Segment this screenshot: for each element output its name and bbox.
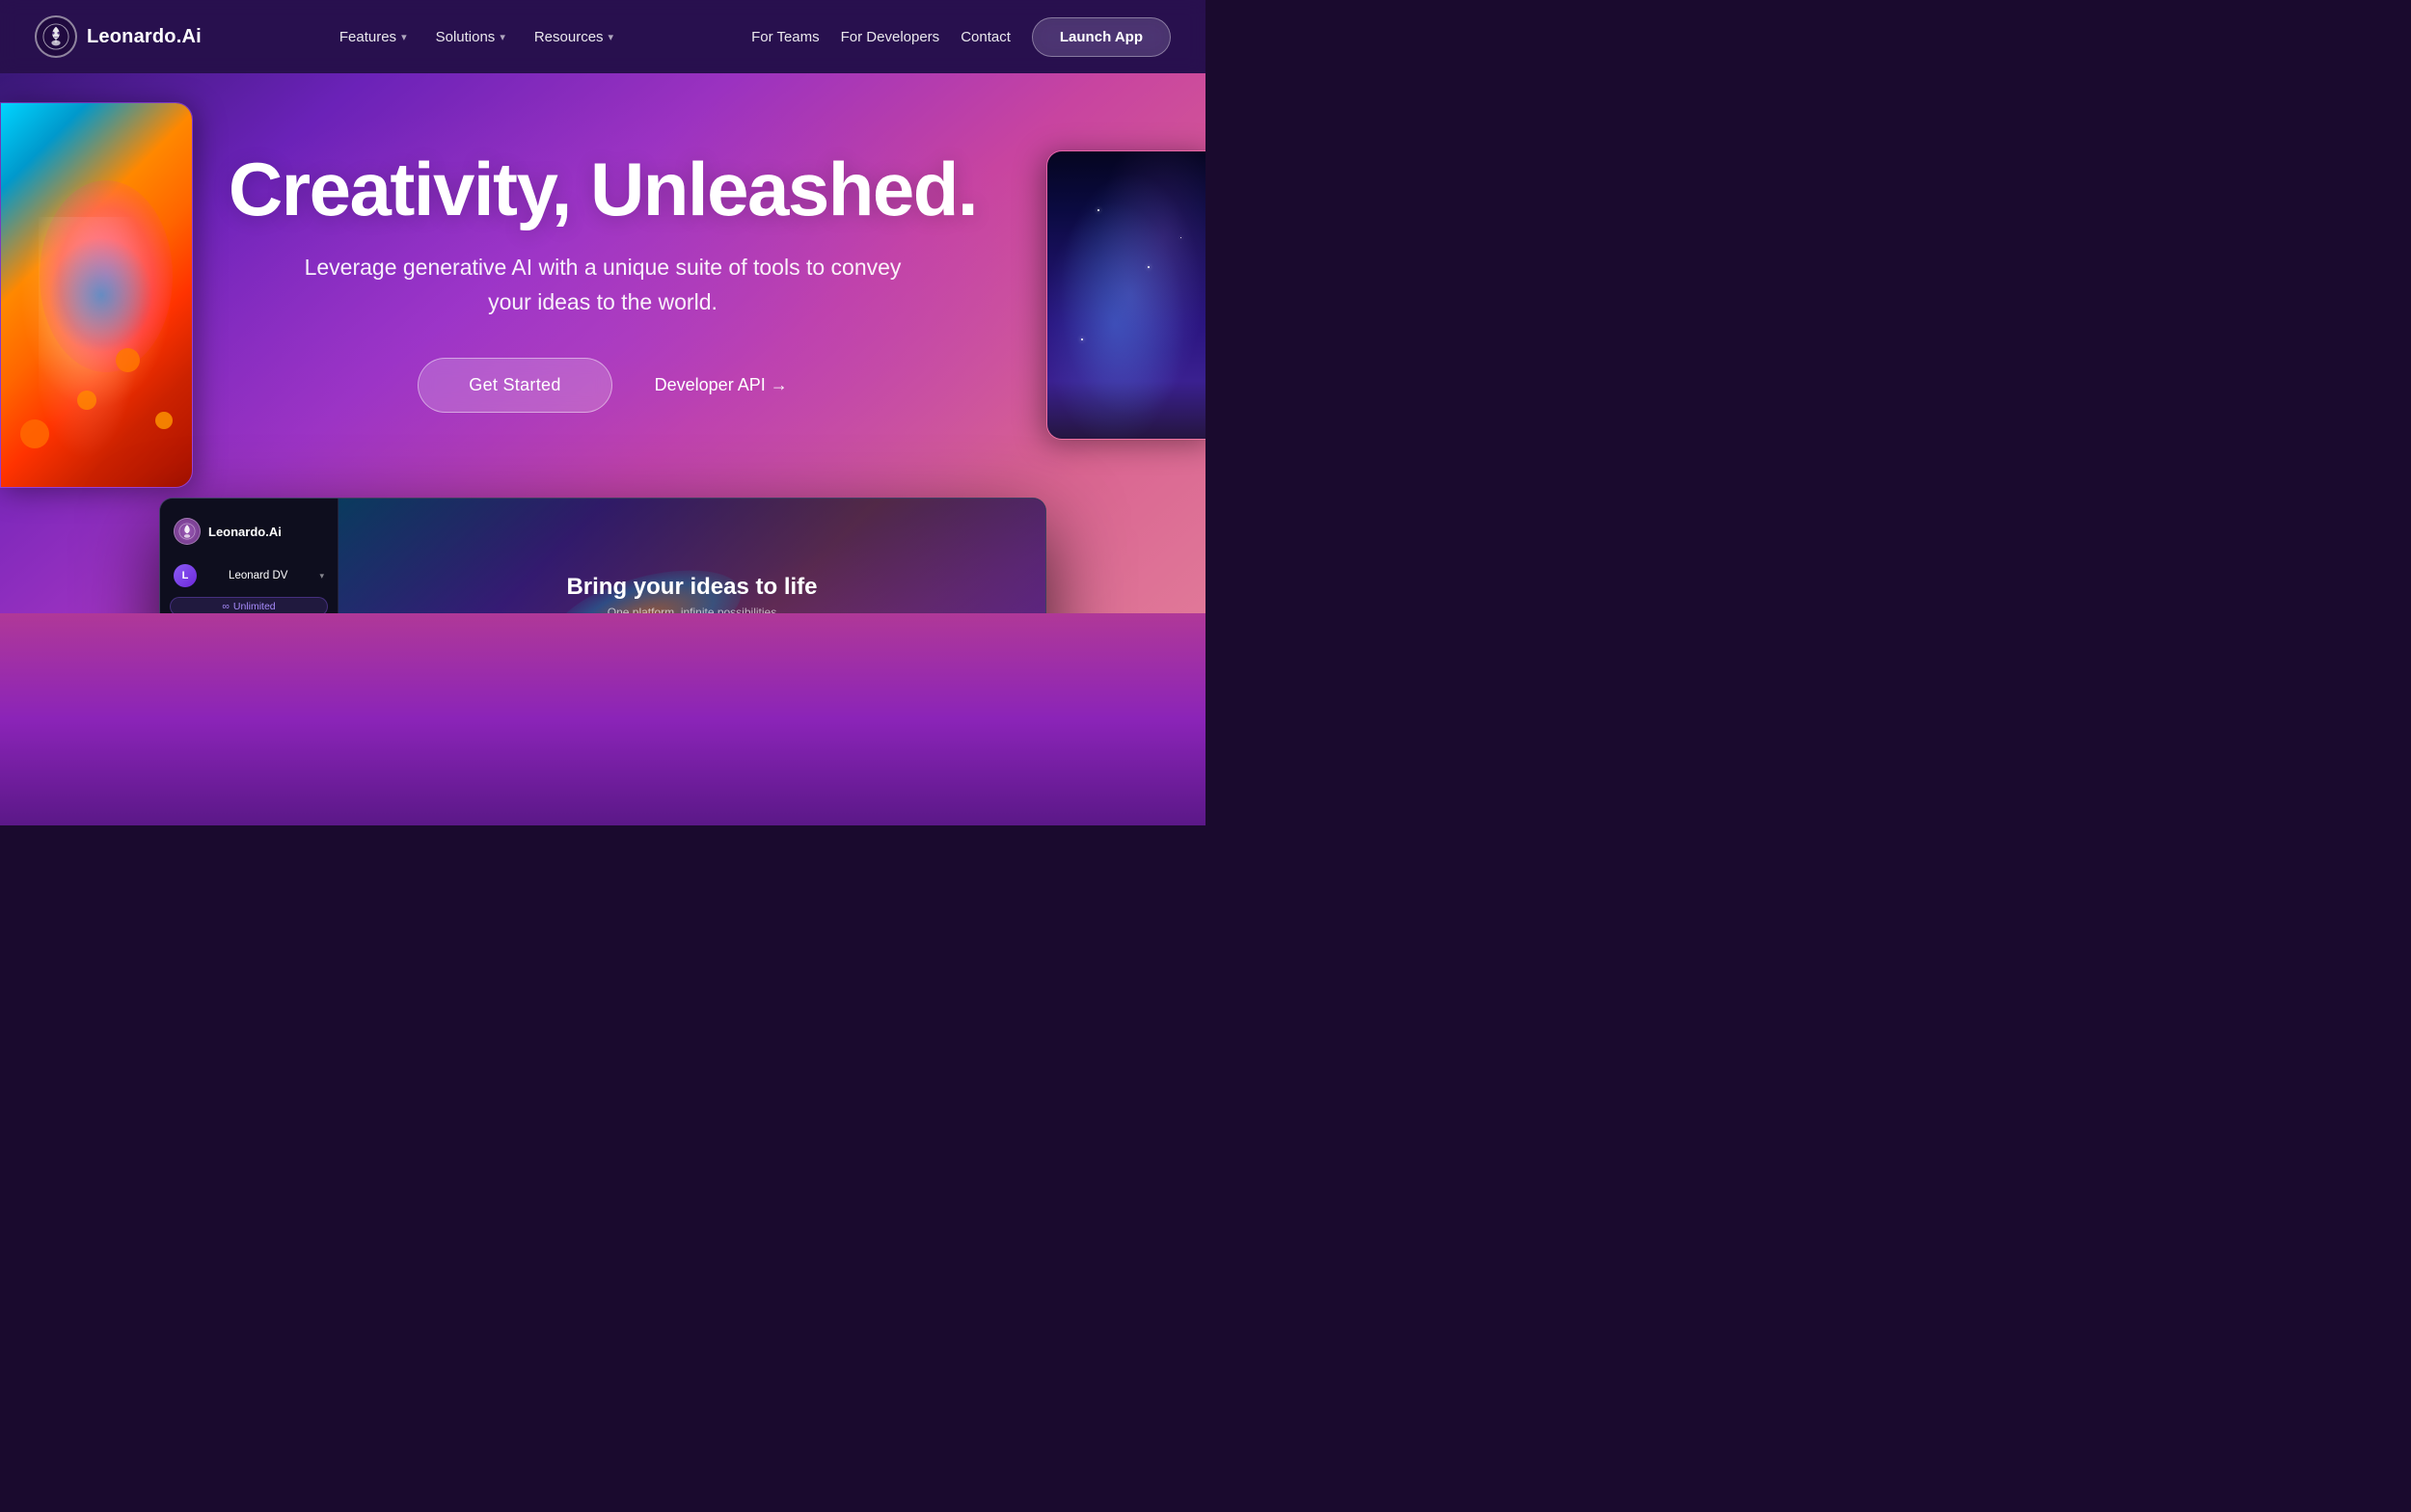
nav-resources[interactable]: Resources ▾ [521, 21, 627, 53]
brand-name: Leonardo.Ai [87, 26, 202, 48]
nav-for-teams[interactable]: For Teams [751, 29, 820, 45]
nav-for-developers[interactable]: For Developers [841, 29, 940, 45]
hero-subtitle: Leverage generative AI with a unique sui… [284, 251, 921, 319]
bottom-fill [0, 613, 1206, 825]
hero-right-image [1046, 150, 1206, 440]
user-name: Leonard DV [203, 570, 312, 581]
hero-buttons: Get Started Developer API → [229, 358, 977, 413]
app-main: Bring your ideas to life One platform, i… [339, 499, 1045, 613]
nav-right: For Teams For Developers Contact Launch … [751, 17, 1171, 57]
chevron-down-icon: ▾ [500, 31, 505, 43]
app-banner: Bring your ideas to life One platform, i… [339, 499, 1045, 613]
hero-title: Creativity, Unleashed. [229, 150, 977, 230]
hero-section: + + Creativity [0, 73, 1206, 613]
nav-features[interactable]: Features ▾ [326, 21, 420, 53]
infinity-icon: ∞ [222, 601, 230, 612]
hero-content: Creativity, Unleashed. Leverage generati… [229, 150, 977, 413]
app-banner-title: Bring your ideas to life [566, 574, 817, 601]
app-mockup-wrapper: Leonardo.Ai L Leonard DV ▾ ∞ Unlimited ⌂… [159, 498, 1046, 613]
chevron-down-icon: ▾ [609, 31, 614, 43]
sidebar-user-row[interactable]: L Leonard DV ▾ [160, 558, 338, 593]
logo-icon [35, 15, 77, 58]
chevron-down-icon: ▾ [401, 31, 407, 43]
sidebar-logo-icon [174, 518, 201, 545]
brand-logo[interactable]: Leonardo.Ai [35, 15, 202, 58]
navbar: Leonardo.Ai Features ▾ Solutions ▾ Resou… [0, 0, 1206, 73]
app-banner-subtitle: One platform, infinite possibilities [608, 606, 776, 613]
hero-left-image [0, 102, 193, 488]
sidebar-logo: Leonardo.Ai [160, 512, 338, 558]
unlimited-badge: ∞ Unlimited [170, 597, 328, 613]
app-mockup: Leonardo.Ai L Leonard DV ▾ ∞ Unlimited ⌂… [159, 498, 1046, 613]
chevron-down-icon: ▾ [319, 571, 324, 581]
nav-solutions[interactable]: Solutions ▾ [422, 21, 519, 53]
get-started-button[interactable]: Get Started [418, 358, 611, 413]
launch-app-button[interactable]: Launch App [1032, 17, 1171, 57]
nav-contact[interactable]: Contact [961, 29, 1011, 45]
nav-links: Features ▾ Solutions ▾ Resources ▾ [326, 21, 627, 53]
user-avatar: L [174, 564, 197, 587]
developer-api-link[interactable]: Developer API → [655, 375, 788, 395]
app-sidebar: Leonardo.Ai L Leonard DV ▾ ∞ Unlimited ⌂… [160, 499, 339, 613]
sidebar-logo-text: Leonardo.Ai [208, 525, 282, 539]
